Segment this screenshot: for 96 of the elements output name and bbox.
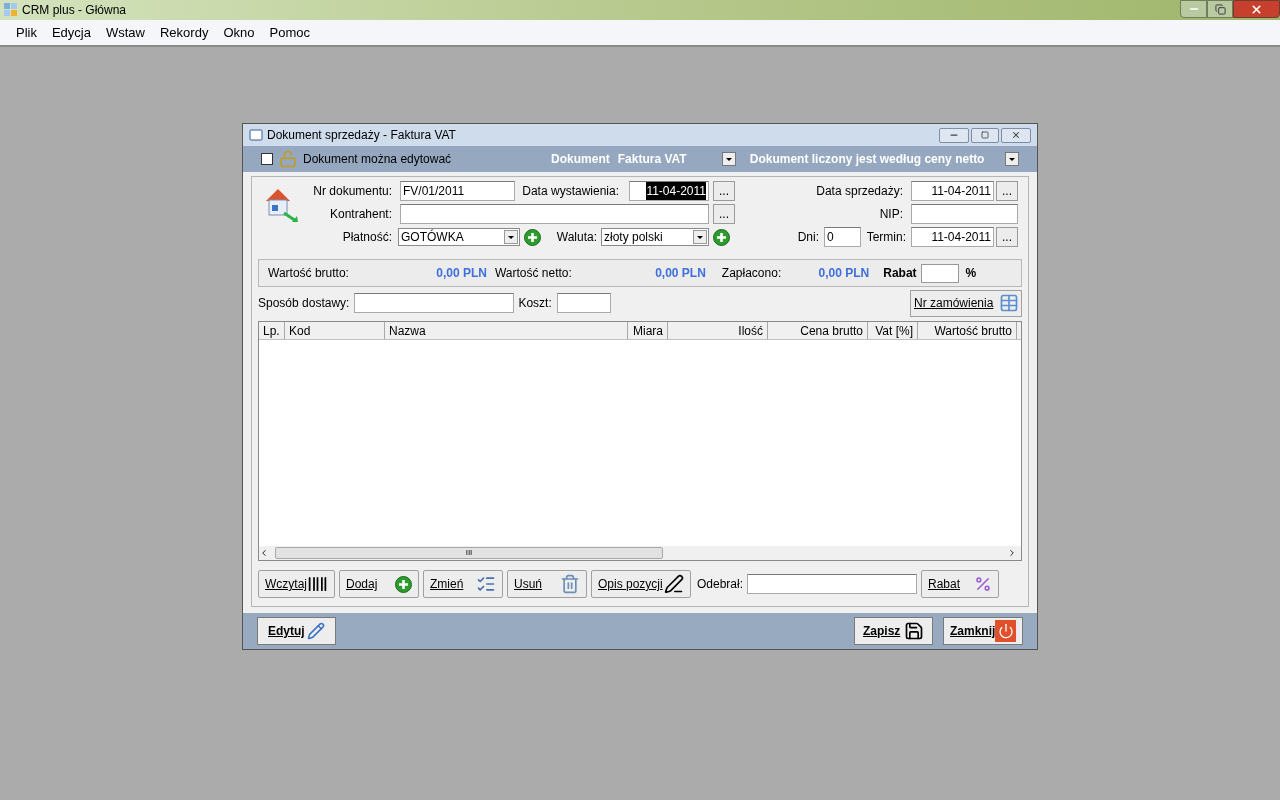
- field-label: Sposób dostawy:: [258, 295, 350, 312]
- minimize-button[interactable]: [939, 127, 969, 143]
- field-label: Koszt:: [518, 295, 552, 312]
- scroll-right-icon[interactable]: [1007, 548, 1017, 558]
- menu-item[interactable]: Wstaw: [106, 22, 145, 43]
- close-button[interactable]: [1001, 127, 1031, 143]
- add-icon[interactable]: [524, 228, 541, 246]
- column-header[interactable]: Lp.: [259, 322, 285, 339]
- add-icon[interactable]: [395, 575, 412, 593]
- column-header[interactable]: Wartość brutto: [918, 322, 1017, 339]
- document-number-field[interactable]: FV/01/2011: [400, 181, 515, 201]
- discount-button[interactable]: Rabat: [921, 570, 1000, 598]
- field-label: Data wystawienia:: [521, 183, 619, 200]
- document-type: Faktura VAT: [617, 151, 688, 168]
- browse-button[interactable]: ...: [713, 181, 735, 201]
- close-button[interactable]: [1233, 0, 1280, 18]
- horizontal-scrollbar[interactable]: III: [259, 546, 1021, 560]
- trash-icon: [560, 574, 580, 594]
- currency-select[interactable]: złoty polski: [601, 228, 709, 246]
- editable-label: Dokument można edytować: [303, 151, 452, 168]
- field-label: Wartość brutto:: [268, 265, 349, 282]
- percent-sign: %: [965, 265, 977, 282]
- contractor-field[interactable]: [400, 204, 709, 224]
- field-label: NIP:: [878, 206, 903, 223]
- field-label: Dni:: [796, 229, 819, 246]
- column-header[interactable]: Vat [%]: [868, 322, 918, 339]
- table-icon: [999, 293, 1019, 313]
- field-label: Nr dokumentu:: [312, 183, 392, 200]
- change-button[interactable]: Zmień: [423, 570, 503, 598]
- discount-field[interactable]: [920, 263, 959, 283]
- column-header[interactable]: Ilość: [668, 322, 768, 339]
- padlock-icon: [279, 150, 297, 168]
- field-label: Odebrał:: [697, 576, 744, 593]
- field-label: Kontrahent:: [328, 206, 392, 223]
- browse-button[interactable]: ...: [996, 181, 1018, 201]
- field-label: Zapłacono:: [721, 265, 782, 282]
- browse-button[interactable]: ...: [713, 204, 735, 224]
- sale-date-field[interactable]: 11-04-2011: [911, 181, 994, 201]
- editable-checkbox[interactable]: [261, 153, 273, 165]
- pencil-icon: [307, 622, 325, 640]
- pen-icon: [664, 574, 684, 594]
- app-icon: [4, 3, 18, 17]
- checklist-icon: [476, 574, 496, 594]
- column-header[interactable]: Cena brutto: [768, 322, 868, 339]
- days-field[interactable]: 0: [824, 227, 861, 247]
- due-date-field[interactable]: 11-04-2011: [911, 227, 994, 247]
- document-icon: [249, 129, 263, 141]
- received-by-field[interactable]: [747, 574, 918, 594]
- menu-item[interactable]: Pomoc: [269, 22, 310, 43]
- restore-button[interactable]: [1207, 0, 1233, 18]
- field-label: Rabat: [883, 265, 917, 282]
- menu-item[interactable]: Edycja: [51, 22, 91, 43]
- net-value: 0,00 PLN: [654, 265, 706, 282]
- maximize-icon: [981, 131, 989, 139]
- payment-select[interactable]: GOTÓWKA: [398, 228, 520, 246]
- field-label: Waluta:: [555, 229, 597, 246]
- add-button[interactable]: Dodaj: [339, 570, 419, 598]
- nip-field[interactable]: [911, 204, 1018, 224]
- scroll-grip: III: [465, 549, 473, 557]
- issue-date-field[interactable]: 11-04-2011: [629, 181, 709, 201]
- close-icon: [1011, 130, 1021, 140]
- maximize-button[interactable]: [971, 127, 999, 143]
- gross-value: 0,00 PLN: [435, 265, 487, 282]
- dialog-title: Dokument sprzedaży - Faktura VAT: [267, 127, 456, 144]
- column-header[interactable]: Kod: [285, 322, 385, 339]
- paid-value: 0,00 PLN: [817, 265, 870, 282]
- window-title: CRM plus - Główna: [22, 2, 127, 19]
- remove-button[interactable]: Usuń: [507, 570, 587, 598]
- column-header[interactable]: Miara: [628, 322, 668, 339]
- close-icon: [1250, 2, 1263, 16]
- field-label: Termin:: [865, 229, 906, 246]
- power-icon: [997, 623, 1014, 639]
- pricing-mode: Dokument liczony jest według ceny netto: [749, 151, 985, 168]
- browse-button[interactable]: ...: [996, 227, 1018, 247]
- percent-icon: [974, 575, 993, 593]
- add-icon[interactable]: [713, 228, 730, 246]
- field-label: Data sprzedaży:: [815, 183, 903, 200]
- menu-item[interactable]: Plik: [16, 22, 37, 43]
- field-label: Wartość netto:: [494, 265, 572, 282]
- restore-icon: [1214, 3, 1226, 15]
- save-button[interactable]: Zapisz: [854, 617, 933, 645]
- document-label: Dokument: [551, 151, 610, 168]
- load-button[interactable]: Wczytaj: [258, 570, 335, 598]
- menu-item[interactable]: Rekordy: [160, 22, 209, 43]
- edit-button[interactable]: Edytuj: [257, 617, 336, 645]
- field-label: Płatność:: [341, 229, 392, 246]
- delivery-method-field[interactable]: [354, 293, 515, 313]
- scroll-left-icon[interactable]: [259, 548, 269, 558]
- minimize-button[interactable]: [1180, 0, 1207, 18]
- column-header[interactable]: Nazwa: [385, 322, 628, 339]
- description-button[interactable]: Opis pozycji: [591, 570, 691, 598]
- scroll-thumb[interactable]: III: [275, 547, 663, 559]
- menu-item[interactable]: Okno: [223, 22, 255, 43]
- cost-field[interactable]: [556, 293, 611, 313]
- close-dialog-button[interactable]: Zamknij: [943, 617, 1023, 645]
- order-number-button[interactable]: Nr zamówienia: [910, 289, 1022, 317]
